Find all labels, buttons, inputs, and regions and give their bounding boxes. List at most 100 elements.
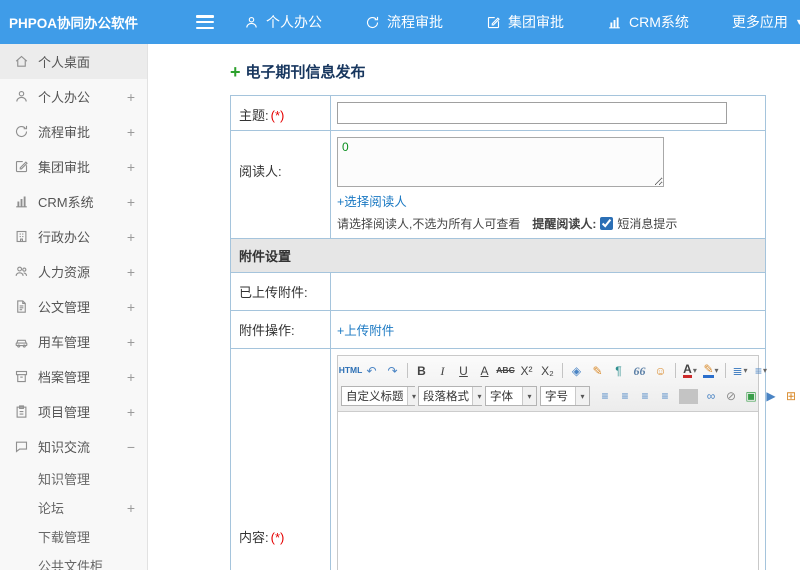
subscript-button[interactable]: X₂ (538, 360, 558, 381)
chevron-down-icon: ▾ (743, 366, 748, 375)
app-window: PHPOA协同办公软件 个人办公 流程审批 集团审批 CRM系统 更多应用 ▾ … (0, 0, 800, 570)
uploaded-attachments-value (331, 273, 765, 310)
superscript-button[interactable]: X² (517, 360, 537, 381)
expand-toggle-icon[interactable]: + (127, 229, 135, 245)
ordered-list-button[interactable]: ≣ ▾ (730, 360, 750, 381)
expand-toggle-icon[interactable]: + (127, 299, 135, 315)
sidebar-item-group-approval[interactable]: 集团审批 + (0, 149, 147, 184)
table-button[interactable]: ⊞ (782, 386, 800, 407)
sidebar-item-vehicle-management[interactable]: 用车管理 + (0, 324, 147, 359)
nav-group-approval[interactable]: 集团审批 (486, 12, 573, 32)
expand-toggle-icon[interactable]: + (127, 194, 135, 210)
emotion-button[interactable]: ☺ (651, 360, 671, 381)
bold-button[interactable]: B (412, 360, 432, 381)
nav-crm-system[interactable]: CRM系统 (607, 12, 698, 32)
sidebar-item-document-management[interactable]: 公文管理 + (0, 289, 147, 324)
font-color-button[interactable]: A ▾ (680, 360, 700, 381)
sidebar-item-label: 个人桌面 (38, 55, 91, 70)
sidebar-item-archive-management[interactable]: 档案管理 + (0, 359, 147, 394)
link-button[interactable]: ∞ (702, 386, 721, 407)
nav-personal-office[interactable]: 个人办公 (244, 12, 331, 32)
sidebar-item-download-management[interactable]: 下载管理 (0, 522, 147, 551)
sidebar-item-label: 流程审批 (38, 125, 91, 140)
subject-input[interactable] (337, 102, 727, 124)
uploaded-attachments-label: 已上传附件: (231, 273, 331, 310)
subject-label: 主题: (*) (231, 96, 331, 130)
expand-toggle-icon[interactable]: + (127, 89, 135, 105)
expand-toggle-icon[interactable]: + (127, 500, 135, 516)
chevron-down-icon: ▾ (714, 366, 719, 375)
html-source-button[interactable]: HTML (339, 360, 363, 381)
sidebar-item-crm-system[interactable]: CRM系统 + (0, 184, 147, 219)
sidebar-item-knowledge-management[interactable]: 知识管理 (0, 464, 147, 493)
expand-toggle-icon[interactable]: + (127, 124, 135, 140)
align-justify-button[interactable]: ≡ (656, 386, 675, 407)
sms-notify-checkbox[interactable] (600, 217, 614, 230)
nav-item-icon (607, 15, 622, 30)
expand-toggle-icon[interactable]: + (127, 404, 135, 420)
sidebar-item-workflow-approval[interactable]: 流程审批 + (0, 114, 147, 149)
format-painter-button[interactable]: ✎ (588, 360, 608, 381)
video-button[interactable]: ▶ (762, 386, 781, 407)
italic-button[interactable]: I (433, 360, 453, 381)
chevron-down-icon: ▾ (763, 366, 768, 375)
app-logo: PHPOA协同办公软件 (9, 16, 139, 31)
expand-toggle-icon[interactable]: + (127, 369, 135, 385)
remove-format-button[interactable]: ◈ (567, 360, 587, 381)
expand-toggle-icon[interactable]: − (127, 439, 135, 455)
sidebar-item-icon (14, 369, 29, 384)
blockquote-button[interactable]: 66 (630, 360, 650, 381)
paragraph-format-select[interactable]: 段落格式 ▾ (418, 386, 486, 406)
upload-attachment-link[interactable]: +上传附件 (337, 320, 394, 339)
nav-workflow-approval[interactable]: 流程审批 (365, 12, 452, 32)
font-family-select[interactable]: 字体 ▾ (485, 386, 537, 406)
attachment-settings-header: 附件设置 (231, 239, 765, 273)
subject-label-text: 主题: (239, 108, 269, 123)
image-button[interactable]: ▣ (742, 386, 761, 407)
strikethrough-button[interactable]: ABC (496, 360, 516, 381)
redo-button[interactable]: ↷ (383, 360, 403, 381)
chevron-down-icon: ▾ (472, 387, 486, 405)
font-border-button[interactable]: A (475, 360, 495, 381)
undo-button[interactable]: ↶ (362, 360, 382, 381)
choose-readers-link[interactable]: +选择阅读人 (337, 195, 407, 209)
auto-typeset-button[interactable]: ¶ (609, 360, 629, 381)
toolbar-separator (675, 363, 676, 378)
align-left-button[interactable]: ≡ (596, 386, 615, 407)
nav-item-label: 流程审批 (387, 14, 444, 30)
header-bar: PHPOA协同办公软件 个人办公 流程审批 集团审批 CRM系统 更多应用 ▾ (0, 0, 800, 44)
hamburger-menu-icon[interactable] (196, 15, 215, 29)
nav-more-apps[interactable]: 更多应用 ▾ (732, 12, 800, 32)
sms-notify-label: 短消息提示 (617, 217, 678, 231)
font-size-select[interactable]: 字号 ▾ (540, 386, 590, 406)
sidebar-item-project-management[interactable]: 项目管理 + (0, 394, 147, 429)
sidebar-item-personal-desktop[interactable]: 个人桌面 (0, 44, 147, 79)
custom-title-select[interactable]: 自定义标题 ▾ (341, 386, 421, 406)
expand-toggle-icon[interactable]: + (127, 334, 135, 350)
dropdown-label: 段落格式 (423, 391, 469, 403)
align-center-button[interactable]: ≡ (616, 386, 635, 407)
align-right-button[interactable]: ≡ (636, 386, 655, 407)
highlight-color-button[interactable]: ✎ ▾ (701, 360, 721, 381)
unlink-button[interactable]: ⊘ (722, 386, 741, 407)
sidebar-item-personal-office[interactable]: 个人办公 + (0, 79, 147, 114)
sidebar-item-admin-office[interactable]: 行政办公 + (0, 219, 147, 254)
editor-row2-icons: ≡ ≡ ≡ ≡ ∞ ⊘ ▣ ▶ ⊞ (596, 386, 800, 407)
toolbar-separator (725, 363, 726, 378)
sidebar-item-forum[interactable]: 论坛 + (0, 493, 147, 522)
sidebar-item-knowledge-exchange[interactable]: 知识交流 − (0, 429, 147, 464)
unordered-list-button[interactable]: ≡ ▾ (751, 360, 771, 381)
attachment-ops-label: 附件操作: (231, 311, 331, 348)
readers-textarea[interactable]: 0 (337, 137, 664, 187)
sidebar-item-label: 用车管理 (38, 335, 91, 350)
readers-label: 阅读人: (231, 131, 331, 238)
sidebar-item-label: 知识管理 (38, 472, 91, 487)
sidebar-item-human-resources[interactable]: 人力资源 + (0, 254, 147, 289)
sidebar-item-public-file-cabinet[interactable]: 公共文件柜 (0, 551, 147, 570)
sidebar-item-label: CRM系统 (38, 195, 94, 210)
editor-content-area[interactable] (338, 412, 758, 570)
expand-toggle-icon[interactable]: + (127, 264, 135, 280)
rich-text-editor: HTML ↶ ↷ B I U A ABC X² X₂ ◈ ✎ ¶ 66 ☺ A ▾ ✎ ▾ ≣ ▾ ≡ ▾ 自定义标题 ▾ … (337, 355, 796, 570)
expand-toggle-icon[interactable]: + (127, 159, 135, 175)
underline-button[interactable]: U (454, 360, 474, 381)
